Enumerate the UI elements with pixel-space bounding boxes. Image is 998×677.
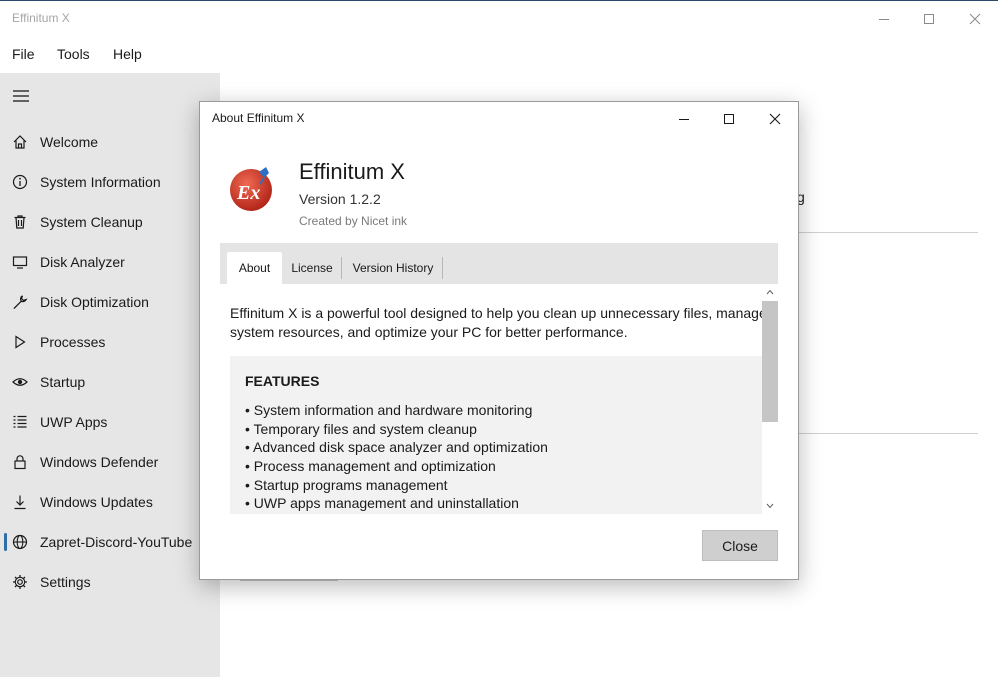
close-icon [769,113,781,125]
about-dialog: About Effinitum X Ex Effinitum X Version… [199,101,799,580]
sidebar-item-settings[interactable]: Settings [0,564,220,600]
dialog-maximize-button[interactable] [709,106,749,132]
dialog-title: About Effinitum X [212,111,305,125]
maximize-icon [724,114,734,124]
lock-icon [11,453,29,471]
sidebar-item-label: UWP Apps [40,414,108,430]
sidebar-item-label: Zapret-Discord-YouTube [40,534,193,550]
close-icon [969,13,981,25]
menu-tools[interactable]: Tools [57,46,90,62]
sidebar-item-label: Disk Optimization [40,294,149,310]
play-icon [11,333,29,351]
hamburger-menu-button[interactable] [12,89,30,103]
sidebar-item-zapret-discord-youtube[interactable]: Zapret-Discord-YouTube [0,524,220,560]
selection-indicator [4,533,7,551]
sidebar-item-welcome[interactable]: Welcome [0,124,220,160]
dialog-minimize-button[interactable] [664,106,704,132]
scroll-up-icon [766,289,774,295]
globe-icon [11,533,29,551]
minimize-icon [679,119,689,120]
logo-text: Ex [236,182,260,204]
app-credit: Created by Nicet ink [299,214,408,228]
sidebar-item-system-cleanup[interactable]: System Cleanup [0,204,220,240]
sidebar-item-disk-optimization[interactable]: Disk Optimization [0,284,220,320]
feature-item: • UWP apps management and uninstallation [245,495,519,511]
list-icon [11,413,29,431]
eye-icon [11,373,29,391]
gear-icon [11,573,29,591]
title-bar: Effinitum X [0,1,998,35]
sidebar-item-label: Windows Defender [40,454,159,470]
sidebar-item-windows-updates[interactable]: Windows Updates [0,484,220,520]
sidebar-item-label: Welcome [40,134,99,150]
hamburger-icon [13,90,29,102]
dialog-close-x-button[interactable] [755,106,795,132]
info-icon [11,173,29,191]
sidebar-item-label: Startup [40,374,86,390]
trash-icon [11,213,29,231]
maximize-button[interactable] [906,6,952,32]
feature-item: • Advanced disk space analyzer and optim… [245,439,548,455]
app-name: Effinitum X [299,159,405,184]
about-content-panel: Effinitum X is a powerful tool designed … [220,284,778,514]
background-button-edge [240,580,338,581]
content-scrollbar[interactable] [762,284,778,514]
menu-help[interactable]: Help [113,46,142,62]
tab-license[interactable]: License [284,252,340,284]
menu-file[interactable]: File [12,46,35,62]
maximize-icon [924,14,934,24]
tab-version-history[interactable]: Version History [344,252,442,284]
app-version: Version 1.2.2 [299,191,381,207]
minimize-button[interactable] [861,6,907,32]
tab-separator [341,257,342,279]
sidebar-item-label: Settings [40,574,91,590]
minimize-icon [879,19,889,20]
feature-item: • Process management and optimization [245,458,496,474]
tab-about[interactable]: About [227,252,282,284]
sidebar-item-processes[interactable]: Processes [0,324,220,360]
feature-item: • Startup programs management [245,477,448,493]
intro-text: Effinitum X is a powerful tool designed … [230,305,767,340]
sidebar-item-system-information[interactable]: System Information [0,164,220,200]
close-window-button[interactable] [952,6,998,32]
sidebar-item-label: Disk Analyzer [40,254,125,270]
sidebar-item-label: Processes [40,334,106,350]
sidebar-item-startup[interactable]: Startup [0,364,220,400]
monitor-icon [11,253,29,271]
feature-item: • System information and hardware monito… [245,402,533,418]
app-title: Effinitum X [12,11,70,25]
sidebar: Welcome System Information System Cleanu… [0,73,220,677]
scrollbar-thumb[interactable] [762,301,778,422]
sidebar-item-disk-analyzer[interactable]: Disk Analyzer [0,244,220,280]
download-icon [11,493,29,511]
app-logo-icon: Ex [228,164,276,212]
sidebar-item-windows-defender[interactable]: Windows Defender [0,444,220,480]
sidebar-item-label: System Cleanup [40,214,143,230]
features-box: FEATURES • System information and hardwa… [230,356,762,514]
feature-item: • Temporary files and system cleanup [245,421,477,437]
close-button[interactable]: Close [702,530,778,561]
sidebar-item-label: System Information [40,174,161,190]
scroll-down-icon [766,503,774,509]
tab-strip: About License Version History [220,243,778,284]
wrench-icon [11,293,29,311]
home-icon [11,133,29,151]
sidebar-item-label: Windows Updates [40,494,153,510]
sidebar-item-uwp-apps[interactable]: UWP Apps [0,404,220,440]
menu-bar: File Tools Help [0,36,998,72]
features-title: FEATURES [245,373,320,389]
background-divider [798,232,978,233]
tab-separator [442,257,443,279]
background-divider [798,433,978,434]
